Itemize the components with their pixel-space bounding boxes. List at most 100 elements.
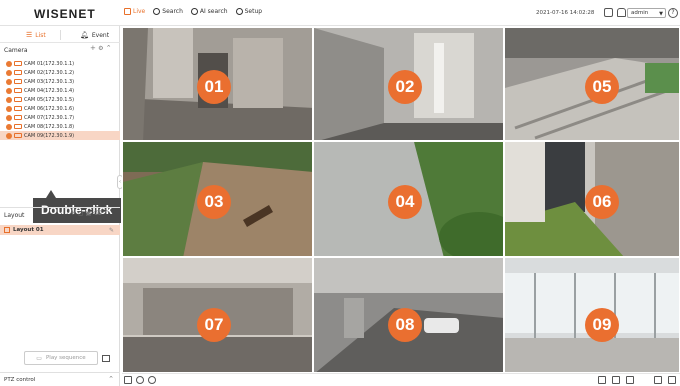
camera-icon: [14, 97, 22, 102]
video-tile[interactable]: 08: [313, 257, 504, 373]
video-tile[interactable]: 05: [504, 27, 680, 141]
capture-icon[interactable]: [612, 376, 620, 384]
sequence-icon: ▭: [36, 354, 42, 362]
layout-item-01[interactable]: Layout 01 ✎: [0, 225, 120, 235]
alarm-icon[interactable]: [136, 376, 144, 384]
camera-icon: [14, 88, 22, 93]
alarm-off-icon[interactable]: [604, 8, 613, 17]
tab-divider: [60, 30, 61, 40]
record-icon[interactable]: [148, 376, 156, 384]
play-sequence-label: Play sequence: [45, 355, 86, 361]
sidebar-tabs: ☰ List 🔔︎ Event: [0, 26, 120, 43]
search-icon: [153, 8, 161, 15]
video-tile[interactable]: 03: [122, 141, 313, 257]
camera-label: CAM 03(172.30.1.3): [24, 78, 75, 85]
menu-live[interactable]: Live: [124, 8, 145, 15]
camera-icon: [14, 124, 22, 129]
layout-item-label: Layout 01: [13, 227, 44, 233]
camera-item[interactable]: CAM 03(172.30.1.3): [0, 77, 120, 86]
layout-section-tools: +▢▣⌫⌃: [70, 209, 112, 217]
tile-number-badge: 03: [197, 185, 231, 219]
video-tile[interactable]: 01: [122, 27, 313, 141]
chevron-up-icon[interactable]: ⌃: [108, 375, 114, 383]
video-tile[interactable]: 04: [313, 141, 504, 257]
status-dot-icon: [6, 96, 12, 103]
video-grid: 01 02 05 03 04 06 07 08 09: [122, 27, 680, 373]
add-icon[interactable]: +: [90, 44, 96, 52]
layout-all-icon[interactable]: [654, 376, 662, 384]
camera-icon: [14, 79, 22, 84]
video-tile[interactable]: 07: [122, 257, 313, 373]
status-dot-icon: [6, 123, 12, 130]
menu-search[interactable]: Search: [153, 8, 183, 15]
camera-section-tools: + ⚙ ⌃: [90, 44, 112, 52]
video-tile[interactable]: 06: [504, 141, 680, 257]
datetime-display: 2021-07-16 14:02:28: [536, 10, 595, 16]
camera-icon: [14, 115, 22, 120]
delete-icon[interactable]: ⌫: [93, 210, 103, 217]
chevron-up-icon[interactable]: ⌃: [106, 44, 112, 52]
tile-number-badge: 06: [585, 185, 619, 219]
camera-list: CAM 01(172.30.1.1) CAM 02(172.30.1.2) CA…: [0, 59, 120, 140]
tab-event-label: Event: [91, 31, 110, 39]
camera-label: CAM 07(172.30.1.7): [24, 114, 75, 121]
add-icon[interactable]: +: [70, 209, 78, 217]
chevron-down-icon: ▼: [659, 11, 663, 17]
status-dot-icon: [6, 69, 12, 76]
fullscreen-tile-icon[interactable]: [598, 376, 606, 384]
menu-search-label: Search: [162, 8, 183, 15]
tile-number-badge: 01: [197, 70, 231, 104]
bottom-toolbar: [122, 373, 680, 386]
section-divider: [0, 207, 120, 208]
camera-item[interactable]: CAM 01(172.30.1.1): [0, 59, 120, 68]
callout-arrow: [46, 190, 56, 198]
menu-live-label: Live: [133, 8, 146, 15]
video-tile[interactable]: 09: [504, 257, 680, 373]
camera-item[interactable]: CAM 06(172.30.1.6): [0, 104, 120, 113]
camera-item[interactable]: CAM 08(172.30.1.8): [0, 122, 120, 131]
edit-icon[interactable]: ✎: [109, 227, 114, 234]
tab-event[interactable]: 🔔︎ Event: [80, 31, 109, 39]
lock-icon[interactable]: [617, 8, 626, 17]
menu-setup[interactable]: Setup: [235, 8, 263, 15]
status-dot-icon: [6, 87, 12, 94]
camera-label: CAM 09(172.30.1.9): [24, 132, 75, 139]
camera-icon: [14, 61, 22, 66]
event-icon: 🔔︎: [80, 31, 89, 39]
ptz-control-label: PTZ control: [4, 377, 36, 383]
ptz-control-panel[interactable]: PTZ control ⌃: [0, 372, 120, 386]
user-dropdown[interactable]: admin ▼: [627, 8, 666, 18]
layout-grid-icon: [4, 227, 10, 233]
wisenet-logo: WISENET: [34, 7, 96, 21]
camera-label: CAM 01(172.30.1.1): [24, 60, 75, 67]
help-icon[interactable]: ?: [668, 8, 678, 18]
tile-number-badge: 02: [388, 70, 422, 104]
tile-number-badge: 09: [585, 308, 619, 342]
audio-icon[interactable]: [626, 376, 634, 384]
tile-number-badge: 05: [585, 70, 619, 104]
camera-label: CAM 08(172.30.1.8): [24, 123, 75, 130]
user-name: admin: [631, 10, 649, 16]
sequence-settings-icon[interactable]: [102, 355, 110, 362]
menu-ai-search[interactable]: AI search: [190, 8, 228, 15]
status-dot-icon: [6, 78, 12, 85]
camera-item[interactable]: CAM 04(172.30.1.4): [0, 86, 120, 95]
camera-settings-icon[interactable]: ⚙: [98, 45, 103, 52]
tab-list[interactable]: ☰ List: [26, 31, 46, 39]
ai-search-icon: [190, 8, 198, 15]
export-icon[interactable]: [124, 376, 132, 384]
chevron-up-icon[interactable]: ⌃: [104, 209, 112, 217]
tile-number-badge: 04: [388, 185, 422, 219]
camera-item[interactable]: CAM 07(172.30.1.7): [0, 113, 120, 122]
copy-icon[interactable]: ▢: [78, 210, 86, 217]
status-dot-icon: [6, 105, 12, 112]
camera-section-title: Camera: [4, 47, 28, 54]
camera-item[interactable]: CAM 02(172.30.1.2): [0, 68, 120, 77]
video-tile[interactable]: 02: [313, 27, 504, 141]
play-sequence-button[interactable]: ▭ Play sequence: [24, 351, 98, 365]
menu-ai-search-label: AI search: [199, 8, 228, 15]
camera-item-selected[interactable]: CAM 09(172.30.1.9): [0, 131, 120, 140]
camera-item[interactable]: CAM 05(172.30.1.5): [0, 95, 120, 104]
fullscreen-icon[interactable]: [668, 376, 676, 384]
menu-setup-label: Setup: [244, 8, 263, 15]
